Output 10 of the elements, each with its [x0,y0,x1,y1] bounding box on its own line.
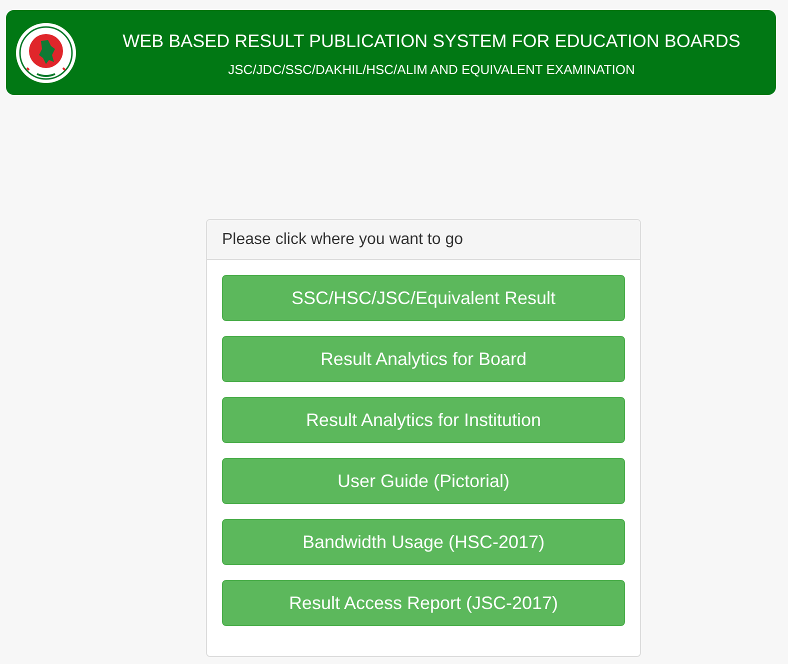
navigation-button[interactable]: Result Analytics for Institution [222,397,625,443]
navigation-button[interactable]: Result Analytics for Board [222,336,625,382]
navigation-button[interactable]: User Guide (Pictorial) [222,458,625,504]
navigation-button[interactable]: SSC/HSC/JSC/Equivalent Result [222,275,625,321]
emblem-icon [15,22,77,84]
navigation-button[interactable]: Bandwidth Usage (HSC-2017) [222,519,625,565]
navigation-button[interactable]: Result Access Report (JSC-2017) [222,580,625,626]
panel-heading: Please click where you want to go [207,220,640,260]
site-title: WEB BASED RESULT PUBLICATION SYSTEM FOR EDUCATION BOARDS [122,30,740,52]
site-subtitle: JSC/JDC/SSC/DAKHIL/HSC/ALIM AND EQUIVALENT EXAMINATION [228,62,635,76]
